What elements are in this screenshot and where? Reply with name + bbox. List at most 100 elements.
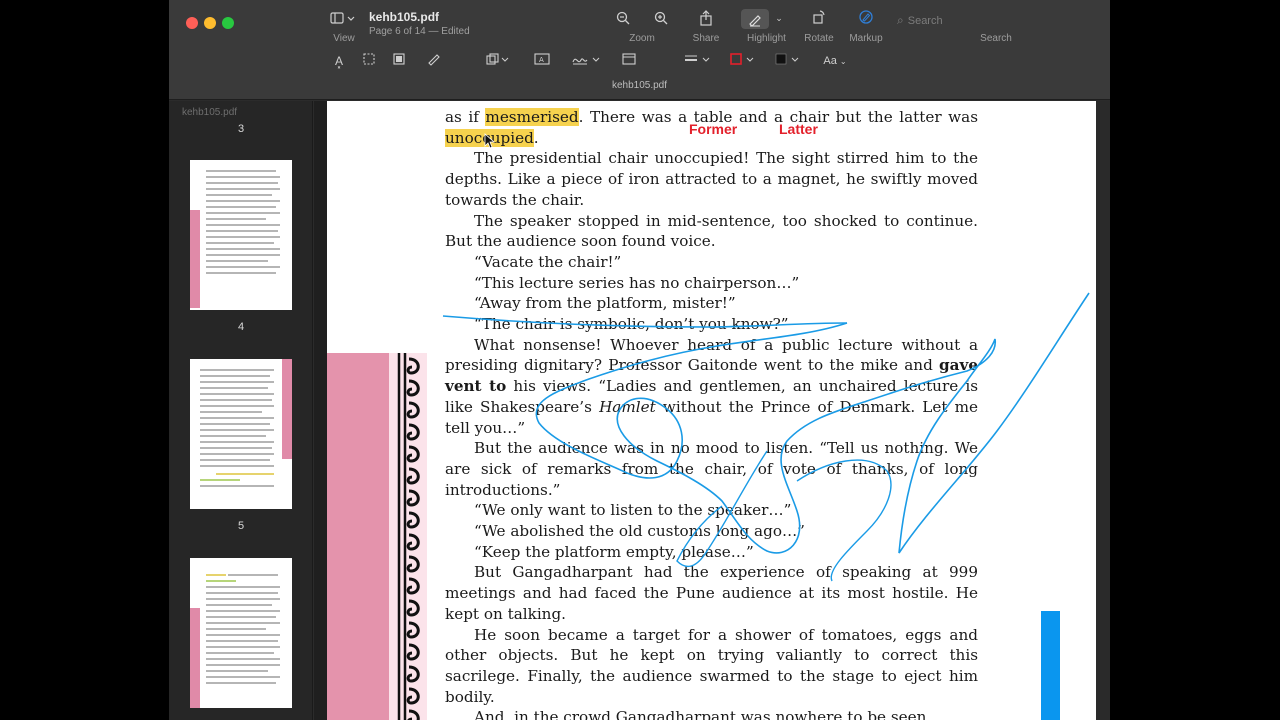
- document-view[interactable]: as if mesmerised. There was a table and …: [314, 101, 1110, 720]
- toolbar: View kehb105.pdf Page 6 of 14 — Edited Z…: [169, 0, 1110, 100]
- search-input[interactable]: ⌕ Search: [897, 10, 989, 30]
- rotate-label: Rotate: [804, 33, 834, 44]
- paragraph-5: But the audience was in no mood to liste…: [445, 439, 978, 499]
- zoom-in-icon: [654, 11, 668, 25]
- border-swirl: [406, 511, 420, 529]
- mouse-cursor-icon: [484, 133, 496, 149]
- search-icon: ⌕: [897, 13, 904, 27]
- markup-button[interactable]: [856, 9, 876, 30]
- border-swirl: [406, 445, 420, 463]
- border-swirl: [407, 709, 420, 720]
- border-swirl: [406, 665, 420, 683]
- decorative-border-pattern: [397, 353, 420, 720]
- redact-tool-icon[interactable]: [391, 52, 407, 71]
- line-style-button[interactable]: [683, 52, 713, 71]
- text-span: as if: [445, 108, 486, 126]
- view-label: View: [333, 33, 355, 44]
- text-span: .: [533, 128, 539, 147]
- page-thumbnail-5[interactable]: [190, 359, 292, 509]
- border-swirl: [406, 599, 420, 617]
- annotation-former[interactable]: Former: [689, 121, 737, 137]
- share-button[interactable]: [696, 9, 716, 32]
- text-style-button[interactable]: Aa ⌄: [820, 52, 850, 71]
- markup-label: Markup: [849, 33, 883, 44]
- close-window-button[interactable]: [186, 17, 198, 29]
- thumbnail-pink-stripe: [190, 608, 200, 708]
- signature-tool-button[interactable]: [571, 52, 603, 71]
- rotate-button[interactable]: [809, 9, 829, 30]
- border-swirl: [406, 577, 420, 595]
- page-text[interactable]: as if mesmerised. There was a table and …: [445, 107, 978, 720]
- fill-color-icon: [775, 53, 799, 65]
- border-swirl: [406, 489, 420, 507]
- border-swirl: [406, 423, 420, 441]
- preview-window: View kehb105.pdf Page 6 of 14 — Edited Z…: [169, 0, 1110, 720]
- fill-color-button[interactable]: [774, 52, 804, 71]
- highlight-label: Highlight: [747, 33, 786, 44]
- sketch-pen-icon: [428, 54, 440, 66]
- redact-icon: [393, 53, 405, 65]
- highlight-button[interactable]: [741, 9, 769, 29]
- quote-1: “Vacate the chair!”: [474, 252, 622, 271]
- page-number-3: 3: [237, 123, 245, 135]
- shapes-icon: [486, 53, 509, 65]
- border-swirl: [406, 401, 420, 419]
- page-thumbnail-4[interactable]: [190, 160, 292, 310]
- border-swirl: [406, 357, 420, 375]
- border-swirl: [406, 621, 420, 639]
- markup-pen-icon: [859, 10, 873, 24]
- annotation-latter[interactable]: Latter: [779, 121, 818, 137]
- textbox-icon: A: [534, 53, 550, 65]
- shapes-tool-button[interactable]: [485, 52, 511, 72]
- sidebar-icon: [330, 12, 355, 24]
- page-number-4: 4: [237, 321, 245, 333]
- rectangle-select-icon: [363, 53, 375, 65]
- quote-6: “We abolished the old customs long ago…”: [474, 522, 805, 541]
- sidebar-toggle-button[interactable]: [329, 10, 359, 30]
- zoom-in-button[interactable]: [651, 10, 671, 31]
- sidebar-file-label: kehb105.pdf: [182, 107, 238, 118]
- border-swirl: [406, 643, 420, 661]
- document-title: kehb105.pdf: [369, 10, 440, 24]
- text-span: What nonsense! Whoever heard of a public…: [445, 335, 978, 375]
- italic-title: Hamlet: [599, 397, 656, 416]
- sketch-tool-icon[interactable]: [427, 52, 443, 71]
- thumbnail-sidebar: kehb105.pdf 3 4 5: [169, 101, 313, 720]
- maximize-window-button[interactable]: [222, 17, 234, 29]
- page-pink-margin: [327, 353, 389, 720]
- paragraph-2: The presidential chair unoccupied! The s…: [445, 149, 978, 209]
- highlighted-word-mesmerised[interactable]: mesmerised: [485, 108, 579, 126]
- window-icon: [622, 53, 636, 65]
- text-selection-tool-icon[interactable]: A͓: [331, 52, 347, 70]
- border-color-button[interactable]: [729, 52, 759, 71]
- share-label: Share: [692, 33, 720, 44]
- rectangular-selection-tool-icon[interactable]: [361, 52, 377, 71]
- page-thumbnail-6[interactable]: [190, 558, 292, 708]
- document-scrollbar[interactable]: [1096, 101, 1110, 720]
- text-box-tool-icon[interactable]: A: [534, 52, 550, 71]
- zoom-out-icon: [616, 11, 630, 25]
- pdf-page[interactable]: as if mesmerised. There was a table and …: [327, 101, 1096, 720]
- chevron-down-icon: ⌄: [839, 57, 847, 66]
- rotate-icon: [813, 10, 825, 24]
- border-swirl: [406, 533, 420, 551]
- zoom-label: Zoom: [629, 33, 655, 44]
- tab-title: kehb105.pdf: [611, 80, 668, 91]
- blue-margin-marker: [1041, 611, 1060, 720]
- signature-icon: [572, 57, 600, 65]
- border-swirl: [406, 687, 420, 705]
- border-swirl: [406, 555, 420, 573]
- paragraph-7: He soon became a target for a shower of …: [445, 625, 978, 706]
- highlight-dropdown-chevron-icon[interactable]: ⌄: [773, 9, 785, 27]
- page-layout-tool-icon[interactable]: [621, 52, 637, 71]
- thumbnail-pink-stripe: [190, 210, 200, 308]
- paragraph-6: But Gangadharpant had the experience of …: [445, 563, 978, 623]
- minimize-window-button[interactable]: [204, 17, 216, 29]
- border-color-icon: [730, 53, 754, 65]
- search-placeholder: Search: [907, 15, 943, 27]
- share-icon: [700, 10, 712, 26]
- quote-7: “Keep the platform empty, please…”: [474, 542, 754, 561]
- zoom-out-button[interactable]: [613, 10, 633, 31]
- svg-text:A: A: [539, 56, 544, 64]
- search-label: Search: [980, 33, 1012, 44]
